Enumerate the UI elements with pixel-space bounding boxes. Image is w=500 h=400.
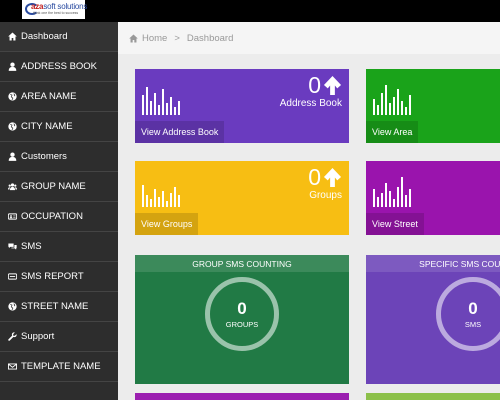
view-street-link[interactable]: View Street xyxy=(366,213,424,235)
next-row-tile-left xyxy=(135,393,349,400)
sidebar-item-group-name[interactable]: GROUP NAME xyxy=(0,172,118,202)
sidebar-item-label: SMS xyxy=(21,241,42,252)
sidebar-item-address-book[interactable]: ADDRESS BOOK xyxy=(0,52,118,82)
view-area-link[interactable]: View Area xyxy=(366,121,419,143)
globe-icon xyxy=(5,302,19,311)
sidebar-item-label: AREA NAME xyxy=(21,91,77,102)
home-icon xyxy=(5,32,19,41)
bar-chart-icon xyxy=(142,87,180,115)
sidebar-item-template-name[interactable]: TEMPLATE NAME xyxy=(0,352,118,382)
specific-sms-count-label: SMS xyxy=(464,319,482,329)
sidebar-item-label: TEMPLATE NAME xyxy=(21,361,101,372)
counter-ring: 0 GROUPS xyxy=(205,277,279,351)
sidebar-item-label: OCCUPATION xyxy=(21,211,83,222)
user-icon xyxy=(5,152,19,161)
counter-ring: 0 SMS xyxy=(436,277,500,351)
group-sms-count-label: GROUPS xyxy=(225,319,259,329)
home-icon xyxy=(129,33,138,43)
sidebar-item-customers[interactable]: Customers xyxy=(0,142,118,172)
users-icon xyxy=(5,182,19,191)
sidebar-item-label: Dashboard xyxy=(21,31,68,42)
globe-icon xyxy=(5,122,19,131)
group-sms-counting-panel: GROUP SMS COUNTING 0 GROUPS xyxy=(135,255,349,384)
panel-heading: SPECIFIC SMS COUNTING xyxy=(366,255,500,272)
group-sms-count: 0 xyxy=(237,298,247,318)
sidebar-item-label: ADDRESS BOOK xyxy=(21,61,98,72)
groups-tile: 0 Groups View Groups xyxy=(135,161,349,235)
globe-icon xyxy=(5,92,19,101)
view-address-book-link[interactable]: View Address Book xyxy=(135,121,225,143)
user-icon xyxy=(5,62,19,71)
arrow-up-icon xyxy=(323,76,342,95)
address-book-count: 0 xyxy=(308,72,321,98)
sidebar: Dashboard ADDRESS BOOK AREA NAME CITY NA… xyxy=(0,22,118,400)
sidebar-item-label: GROUP NAME xyxy=(21,181,86,192)
groups-title: Groups xyxy=(309,190,342,201)
company-logo[interactable]: azasoft solutions think one the best to … xyxy=(22,0,88,19)
logo-tagline: think one the best to success xyxy=(33,11,79,15)
sidebar-item-dashboard[interactable]: Dashboard xyxy=(0,22,118,52)
wrench-icon xyxy=(5,332,19,341)
address-book-title: Address Book xyxy=(279,98,342,109)
sidebar-item-label: Support xyxy=(21,331,55,342)
sidebar-item-sms[interactable]: SMS xyxy=(0,232,118,262)
breadcrumb-separator: > xyxy=(174,32,180,44)
panel-heading: GROUP SMS COUNTING xyxy=(135,255,349,272)
address-book-tile: 0 Address Book View Address Book xyxy=(135,69,349,143)
groups-count: 0 xyxy=(308,164,321,190)
bar-chart-icon xyxy=(373,85,411,115)
view-groups-link[interactable]: View Groups xyxy=(135,213,199,235)
breadcrumb-home-link[interactable]: Home xyxy=(142,33,167,44)
sidebar-item-sms-report[interactable]: SMS REPORT xyxy=(0,262,118,292)
arrow-up-icon xyxy=(323,168,342,187)
breadcrumb-current: Dashboard xyxy=(186,32,234,44)
street-tile: View Street xyxy=(366,161,500,235)
envelope-icon xyxy=(5,362,19,371)
bar-chart-icon xyxy=(142,185,180,207)
area-tile: View Area xyxy=(366,69,500,143)
sidebar-item-label: CITY NAME xyxy=(21,121,73,132)
sidebar-item-occupation[interactable]: OCCUPATION xyxy=(0,202,118,232)
top-bar: azasoft solutions think one the best to … xyxy=(0,0,500,22)
sidebar-item-label: STREET NAME xyxy=(21,301,89,312)
sidebar-item-label: Customers xyxy=(21,151,67,162)
sidebar-item-label: SMS REPORT xyxy=(21,271,84,282)
specific-sms-counting-panel: SPECIFIC SMS COUNTING 0 SMS xyxy=(366,255,500,384)
sms-report-icon xyxy=(5,272,19,281)
sidebar-item-street-name[interactable]: STREET NAME xyxy=(0,292,118,322)
sidebar-item-area-name[interactable]: AREA NAME xyxy=(0,82,118,112)
next-row-tile-right xyxy=(366,393,500,400)
sidebar-item-support[interactable]: Support xyxy=(0,322,118,352)
bar-chart-icon xyxy=(373,177,411,207)
logo-text: azasoft solutions xyxy=(31,2,88,11)
breadcrumb: Home > Dashboard xyxy=(118,22,500,54)
id-card-icon xyxy=(5,212,19,221)
specific-sms-count: 0 xyxy=(468,298,478,318)
sidebar-item-city-name[interactable]: CITY NAME xyxy=(0,112,118,142)
comments-icon xyxy=(5,242,19,251)
